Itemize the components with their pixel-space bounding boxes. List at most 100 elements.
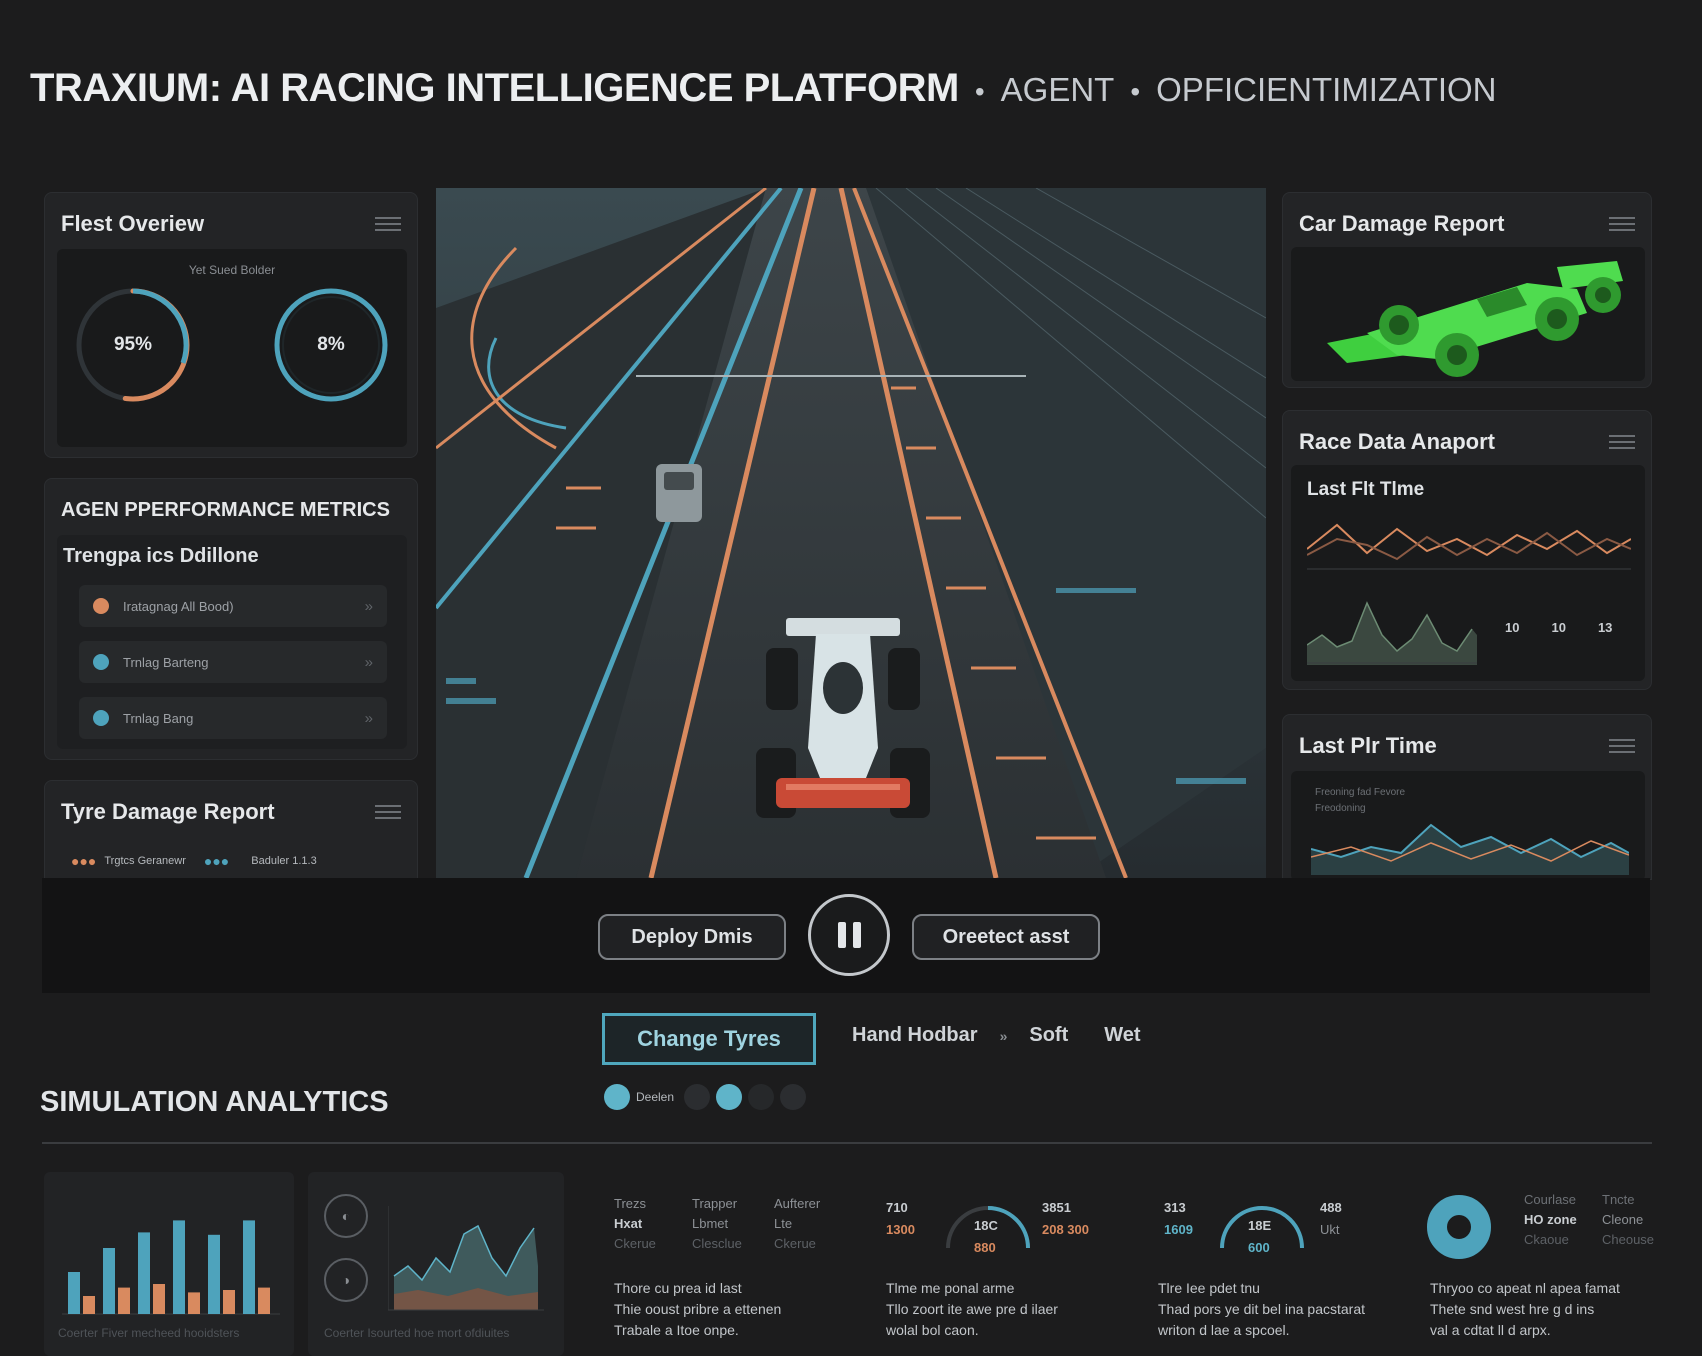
sim-filter-icon[interactable]: ◐ [324,1194,368,1238]
stat-value: Clesclue [692,1236,742,1251]
sim-filter-icon[interactable]: ◑ [324,1258,368,1302]
stat-header: Aufterer [774,1196,821,1211]
stat-value: Hxat [614,1216,643,1231]
panel-menu-icon[interactable] [1609,435,1635,449]
fleet-caption: Yet Sued Bolder [188,263,276,277]
agent-metric-row[interactable]: Trnlag Bang » [79,697,387,739]
sim-area-chart-card: ◐ ◑ Coerter Isourted hoe mort ofdiuites [308,1172,564,1356]
gauge-value: 1300 [886,1222,915,1237]
bar-series-a [68,1272,80,1314]
gauge-value: 313 [1164,1200,1186,1215]
stat-header: Courlase [1524,1192,1577,1207]
bar-series-b [188,1292,200,1314]
gauge-value: 3851 [1042,1200,1071,1215]
fleet-ring-secondary: 8% [269,283,393,407]
agent-metric-row[interactable]: Trnlag Barteng » [79,641,387,683]
sim-bar-chart-card: Coerter Fiver mecheed hooidsters [44,1172,294,1356]
panel-menu-icon[interactable] [375,805,401,819]
breadcrumb-separator: • [1130,76,1141,107]
bar-series-a [208,1234,220,1314]
tyre-option-soft[interactable]: Soft [1029,1024,1068,1047]
race-data-subtitle: Last Flt Tlme [1307,479,1425,500]
donut-chart [1427,1195,1491,1259]
tyre-option-hard[interactable]: Hand Hodbar [852,1024,978,1047]
stat-value: Cleone [1602,1212,1644,1227]
panel-menu-icon[interactable] [375,217,401,231]
agent-metric-label: Trnlag Barteng [123,654,209,670]
breadcrumb-optimization[interactable]: OPFICIENTIMIZATION [1156,71,1496,109]
race-area-chart [1307,601,1477,665]
simulation-analytics-title: SIMULATION ANALYTICS [40,1086,389,1118]
gauge-value: 1609 [1164,1222,1193,1237]
panel-menu-icon[interactable] [1609,739,1635,753]
bar-series-b [118,1287,130,1314]
bar-series-a [243,1220,255,1314]
stat-value: Ckaoue [1524,1232,1569,1247]
breadcrumb-separator: • [974,76,985,107]
toggle-dot-inactive[interactable] [748,1084,775,1110]
description-line: Thie ooust pribre a ettenen [614,1301,782,1317]
description-line: Thryoo co apeat nl apea famat [1430,1280,1620,1296]
description-line: Tllo zoort ite awe pre d ilaer [886,1301,1058,1317]
toggle-dot-active[interactable] [716,1084,743,1110]
status-dot-teal [93,654,109,670]
agent-metric-label: Iratagnag All Bood) [123,598,234,614]
sim-area-chart [388,1206,544,1311]
bar-series-b [153,1284,165,1314]
gauge-value: Ukt [1320,1222,1340,1237]
description-line: wolal bol caon. [886,1322,979,1338]
pause-icon-bar [837,922,846,948]
orient-assist-button[interactable]: Oreetect asst [912,914,1100,960]
fleet-ring-primary: 95% [71,283,195,407]
last-pit-chart [1311,823,1629,875]
car-damage-panel: Car Damage Report [1282,192,1652,388]
agent-metric-row[interactable]: Iratagnag All Bood) » [79,585,387,627]
gauge-value: 880 [974,1240,996,1255]
description-line: Tlme me ponal arme [886,1280,1015,1296]
bar-series-b [223,1290,235,1314]
stat-value: Lbmet [692,1216,729,1231]
playback-control-bar: Deploy Dmis Oreetect asst [42,878,1650,993]
tyre-compound-options: Hand Hodbar » Soft Wet [852,1024,1141,1047]
agent-performance-panel: AGEN PPERFORMANCE METRICS Trengpa ics Dd… [44,478,418,760]
last-pit-chart-area: Freoning fad Fevore Freodoning [1291,771,1645,881]
sim-description: Tlme me ponal arme Tllo zoort ite awe pr… [886,1278,1126,1344]
gauge-value: 18C [974,1218,998,1233]
change-tyres-button[interactable]: Change Tyres [602,1013,816,1065]
panel-title: AGEN PPERFORMANCE METRICS [61,499,390,521]
description-line: Trabale a Itoe onpe. [614,1322,739,1338]
tyre-damage-panel: Tyre Damage Report ●●● Trgtcs Geranewr ●… [44,780,418,880]
description-line: writon d lae a spcoel. [1158,1322,1290,1338]
tyre-legend-label: Trgtcs Geranewr [104,855,186,867]
toggle-dot-inactive[interactable] [684,1084,711,1110]
section-divider [42,1142,1652,1144]
sim-gauge-card: 313 1609 18E 600 488 Ukt [1164,1190,1394,1260]
gauge-value: 488 [1320,1200,1342,1215]
tyre-toggle-group: Deelen [604,1084,807,1110]
pause-button[interactable] [808,894,890,976]
toggle-dot-active[interactable] [604,1084,630,1110]
race-stat-value: 10 [1551,620,1566,635]
toggle-dot-inactive[interactable] [780,1084,807,1110]
description-line: val a cdtat ll d arpx. [1430,1322,1551,1338]
stat-value: Cheouse [1602,1232,1655,1247]
pause-icon-bar [852,922,861,948]
tyre-option-wet[interactable]: Wet [1104,1024,1140,1047]
deploy-button[interactable]: Deploy Dmis [598,914,786,960]
sim-stat-table: Trezs Trapper Aufterer Hxat Lbmet Lte Ck… [614,1194,854,1254]
gauge-value: 600 [1248,1240,1270,1255]
app-title: TRAXIUM: AI RACING INTELLIGENCE PLATFORM [30,66,959,110]
sim-donut-card: Courlase Tncte HO zone Cleone Ckaoue Che… [1426,1190,1676,1260]
panel-menu-icon[interactable] [1609,217,1635,231]
breadcrumb-agent[interactable]: AGENT [1001,71,1115,109]
gauge-value: 18E [1248,1218,1272,1233]
sim-description: Thore cu prea id last Thie ooust pribre … [614,1278,854,1344]
bar-series-b [83,1296,95,1314]
sim-bar-chart [62,1220,280,1315]
description-line: Thete snd west hre g d ins [1430,1301,1595,1317]
rival-car [656,464,702,522]
track-camera-view[interactable] [436,188,1266,878]
tyre-legend: ●●● Trgtcs Geranewr ●●● Baduler 1.1.3 [71,853,403,869]
description-line: Tlre Iee pdet tnu [1158,1280,1260,1296]
status-dot-teal [93,710,109,726]
